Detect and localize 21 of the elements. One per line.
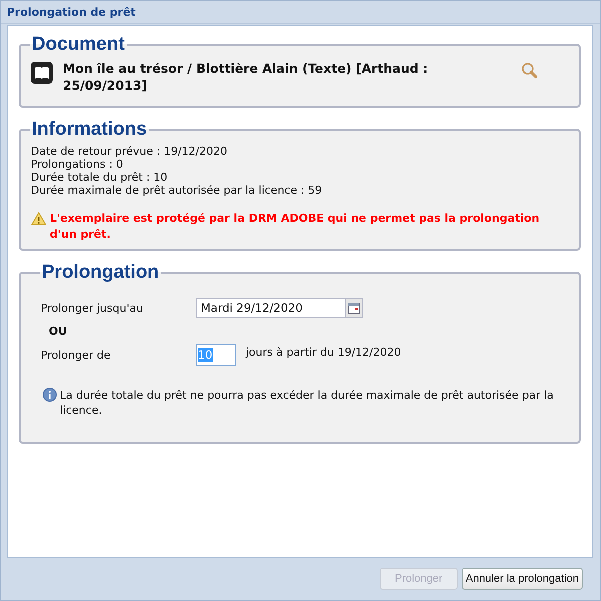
window-title: Prolongation de prêt	[7, 6, 136, 18]
info-icon	[43, 388, 57, 402]
date-field[interactable]: Mardi 29/12/2020	[196, 298, 346, 318]
info-text: Date de retour prévue : 19/12/2020	[31, 145, 228, 158]
group-title: Informations	[31, 119, 148, 141]
field-label: Prolonger de	[41, 348, 112, 362]
book-icon	[31, 62, 53, 84]
days-suffix: jours à partir du 19/12/2020	[246, 346, 402, 358]
or-label: OU	[49, 325, 68, 338]
warning-icon	[31, 212, 47, 226]
info-text: Durée totale du prêt : 10	[31, 171, 169, 184]
calendar-button[interactable]	[346, 298, 363, 318]
document-title: Mon île au trésor / Blottière Alain (Texte) [Arthaud : 25/09/2013]	[63, 60, 430, 94]
group-title: Prolongation	[41, 262, 160, 284]
field-label: Prolonger jusqu'au	[41, 302, 144, 314]
info-note: La durée totale du prêt ne pourra pas excéder la durée maximale de prêt autorisée par la licence.	[60, 388, 555, 418]
info-text: Durée maximale de prêt autorisée par la licence : 59	[31, 184, 324, 197]
cancel-button[interactable]: Annuler la prolongation	[462, 568, 583, 590]
group-title: Document	[31, 34, 126, 56]
info-text: Prolongations : 0	[31, 158, 124, 171]
warning-message: L'exemplaire est protégé par la DRM ADOBE qui ne permet pas la prolongation d'un prêt.	[50, 211, 541, 243]
